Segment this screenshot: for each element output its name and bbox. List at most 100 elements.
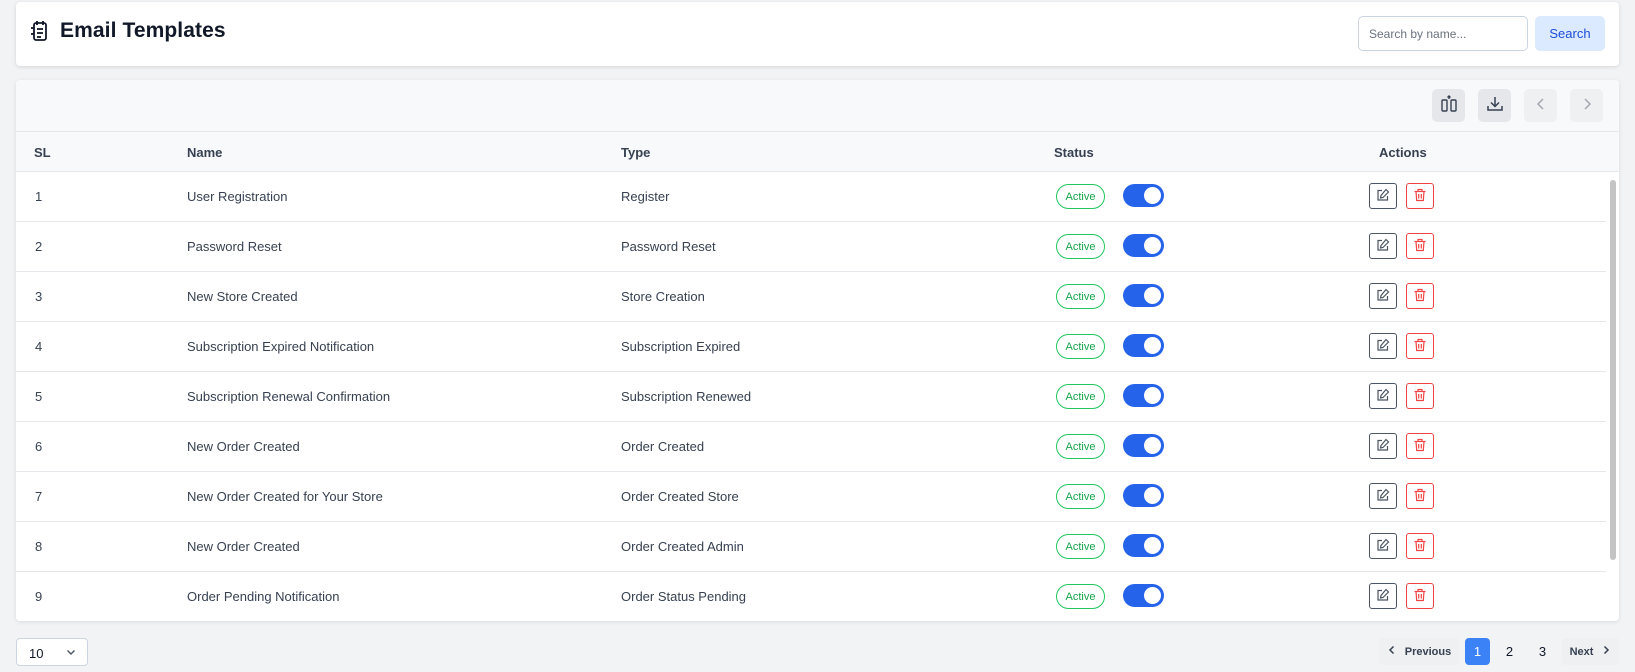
- trash-icon: [1413, 288, 1427, 305]
- status-badge: Active: [1056, 284, 1105, 309]
- column-header-status[interactable]: Status: [1054, 145, 1094, 160]
- per-page-select[interactable]: 10: [16, 638, 88, 666]
- delete-button[interactable]: [1406, 183, 1434, 209]
- delete-button[interactable]: [1406, 533, 1434, 559]
- row-name: New Store Created: [187, 289, 298, 304]
- chevron-left-icon: [1534, 97, 1548, 114]
- table-row: 7 New Order Created for Your Store Order…: [16, 472, 1606, 522]
- row-type: Password Reset: [621, 239, 716, 254]
- trash-icon: [1413, 238, 1427, 255]
- row-sl: 5: [35, 389, 43, 404]
- toolbar-next-button[interactable]: [1570, 89, 1603, 122]
- per-page-value: 10: [29, 646, 44, 661]
- row-name: Order Pending Notification: [187, 589, 340, 604]
- toggle-knob: [1144, 587, 1161, 604]
- trash-icon: [1413, 538, 1427, 555]
- trash-icon: [1413, 438, 1427, 455]
- templates-table-card: SL Name Type Status Actions 1 User Regis…: [16, 80, 1619, 621]
- edit-icon: [1376, 588, 1390, 605]
- status-badge: Active: [1056, 484, 1105, 509]
- previous-page-button[interactable]: Previous: [1379, 638, 1459, 665]
- row-type: Order Created Store: [621, 489, 739, 504]
- delete-button[interactable]: [1406, 483, 1434, 509]
- page-title: Email Templates: [60, 19, 226, 42]
- status-badge: Active: [1056, 334, 1105, 359]
- status-toggle[interactable]: [1123, 284, 1164, 307]
- search-button[interactable]: Search: [1535, 16, 1605, 51]
- delete-button[interactable]: [1406, 333, 1434, 359]
- status-toggle[interactable]: [1123, 234, 1164, 257]
- next-label: Next: [1569, 645, 1594, 658]
- status-toggle[interactable]: [1123, 184, 1164, 207]
- row-name: Password Reset: [187, 239, 282, 254]
- previous-label: Previous: [1404, 645, 1452, 658]
- toggle-knob: [1144, 487, 1161, 504]
- toggle-knob: [1144, 337, 1161, 354]
- status-toggle[interactable]: [1123, 484, 1164, 507]
- status-toggle[interactable]: [1123, 584, 1164, 607]
- table-toolbar: [16, 80, 1619, 132]
- chevron-down-icon: [65, 646, 77, 661]
- delete-button[interactable]: [1406, 433, 1434, 459]
- row-sl: 8: [35, 539, 43, 554]
- table-row: 1 User Registration Register Active: [16, 172, 1606, 222]
- column-header-sl: SL: [34, 145, 51, 160]
- toolbar-prev-button[interactable]: [1524, 89, 1557, 122]
- status-badge: Active: [1056, 434, 1105, 459]
- status-badge: Active: [1056, 534, 1105, 559]
- table-row: 5 Subscription Renewal Confirmation Subs…: [16, 372, 1606, 422]
- search-input[interactable]: [1358, 16, 1528, 51]
- delete-button[interactable]: [1406, 283, 1434, 309]
- status-toggle[interactable]: [1123, 334, 1164, 357]
- edit-button[interactable]: [1369, 233, 1397, 259]
- column-header-name[interactable]: Name: [187, 145, 222, 160]
- column-header-type[interactable]: Type: [621, 145, 650, 160]
- row-name: New Order Created for Your Store: [187, 489, 383, 504]
- row-type: Subscription Expired: [621, 339, 741, 354]
- edit-icon: [1376, 338, 1390, 355]
- status-toggle[interactable]: [1123, 434, 1164, 457]
- next-page-button[interactable]: Next: [1562, 638, 1619, 665]
- edit-button[interactable]: [1369, 383, 1397, 409]
- page-1-button[interactable]: 1: [1465, 638, 1490, 665]
- download-button[interactable]: [1478, 89, 1511, 122]
- row-sl: 6: [35, 439, 43, 454]
- edit-button[interactable]: [1369, 583, 1397, 609]
- edit-button[interactable]: [1369, 483, 1397, 509]
- edit-button[interactable]: [1369, 433, 1397, 459]
- edit-button[interactable]: [1369, 283, 1397, 309]
- edit-icon: [1376, 488, 1390, 505]
- row-sl: 4: [35, 339, 43, 354]
- status-toggle[interactable]: [1123, 384, 1164, 407]
- row-sl: 9: [35, 589, 43, 604]
- chevron-right-icon: [1601, 645, 1611, 658]
- scrollbar-thumb[interactable]: [1610, 180, 1616, 560]
- row-name: Subscription Renewal Confirmation: [187, 389, 391, 404]
- table-scrollbar[interactable]: [1609, 172, 1617, 621]
- status-toggle[interactable]: [1123, 534, 1164, 557]
- edit-icon: [1376, 188, 1390, 205]
- toggle-knob: [1144, 237, 1161, 254]
- page-3-button[interactable]: 3: [1530, 638, 1555, 665]
- page-2-button[interactable]: 2: [1497, 638, 1522, 665]
- table-row: 4 Subscription Expired Notification Subs…: [16, 322, 1606, 372]
- table-row: 9 Order Pending Notification Order Statu…: [16, 572, 1606, 621]
- edit-button[interactable]: [1369, 533, 1397, 559]
- edit-button[interactable]: [1369, 183, 1397, 209]
- row-type: Subscription Renewed: [621, 389, 752, 404]
- trash-icon: [1413, 488, 1427, 505]
- edit-button[interactable]: [1369, 333, 1397, 359]
- delete-button[interactable]: [1406, 383, 1434, 409]
- delete-button[interactable]: [1406, 233, 1434, 259]
- columns-button[interactable]: [1432, 89, 1465, 122]
- page-header: Email Templates Search: [16, 2, 1619, 66]
- status-badge: Active: [1056, 584, 1105, 609]
- toggle-knob: [1144, 187, 1161, 204]
- row-type: Store Creation: [621, 289, 705, 304]
- page-title-wrap: Email Templates: [30, 19, 226, 43]
- delete-button[interactable]: [1406, 583, 1434, 609]
- row-sl: 2: [35, 239, 43, 254]
- status-badge: Active: [1056, 384, 1105, 409]
- row-name: New Order Created: [187, 539, 300, 554]
- status-badge: Active: [1056, 184, 1105, 209]
